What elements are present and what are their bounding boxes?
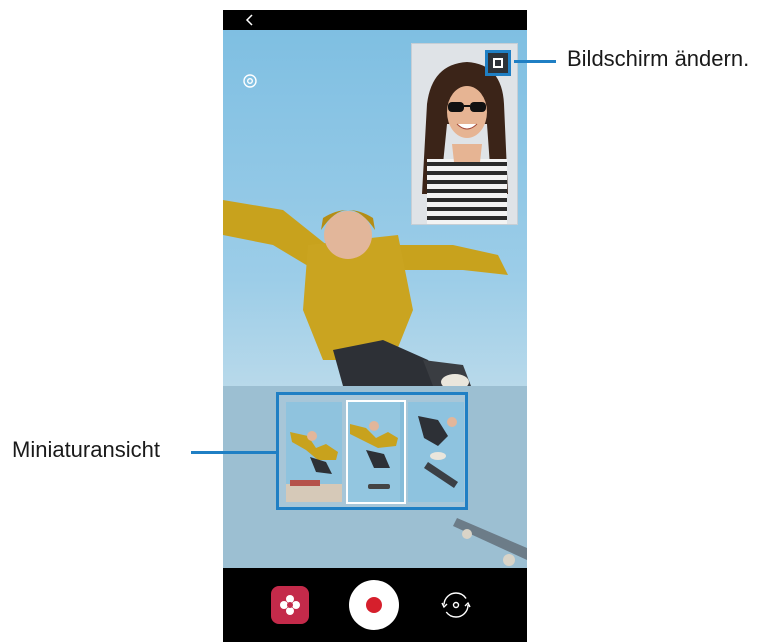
switch-screen-button[interactable] [485,50,511,76]
skateboard-photo [453,518,527,566]
thumbnail-item[interactable] [408,402,464,502]
record-button[interactable] [349,580,399,630]
switch-screen-label: Bildschirm ändern. [567,46,750,71]
thumbnail-label: Miniaturansicht [12,437,160,462]
phone-screen [223,10,527,642]
thumbnail-panel [223,386,527,568]
switch-screen-callout-line [514,60,556,63]
thumbnail-strip[interactable] [276,392,468,510]
effects-button[interactable] [271,586,309,624]
flip-camera-icon[interactable] [437,586,475,624]
camera-toolbar [223,568,527,642]
thumbnail-item-selected[interactable] [346,400,406,504]
record-icon [366,597,382,613]
gear-icon[interactable] [241,72,259,90]
flower-effects-icon [280,595,300,615]
chevron-left-icon[interactable] [243,13,257,27]
thumbnail-item[interactable] [286,402,342,502]
picture-in-picture-icon [493,58,503,68]
status-bar [223,10,527,30]
thumbnail-callout-line [191,451,276,454]
